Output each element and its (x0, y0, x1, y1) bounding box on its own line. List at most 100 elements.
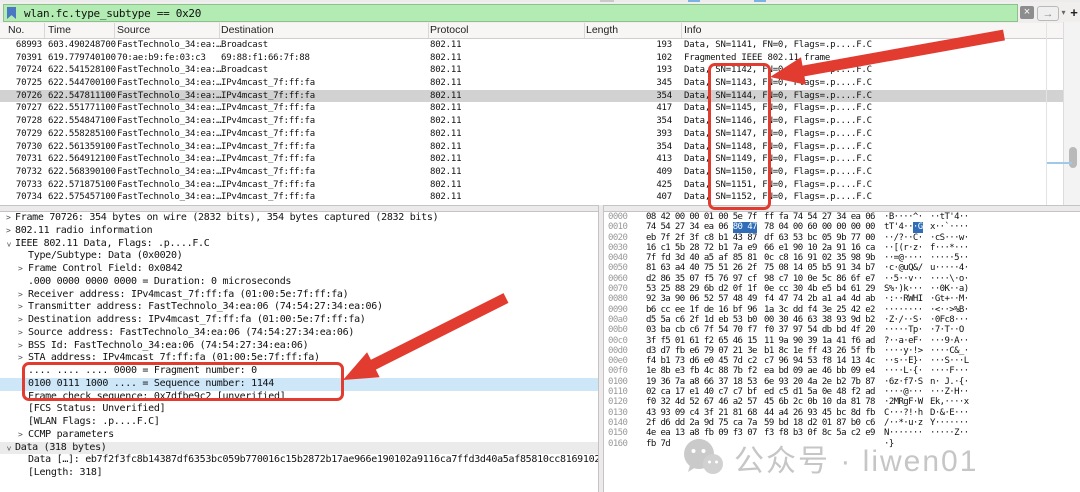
hex-bytes-left[interactable]: d3 d7 fb e6 79 07 21 3e (646, 346, 757, 356)
ascii-right[interactable]: ··tT'4·· (930, 212, 969, 222)
hex-row[interactable]: 00b003 ba cb c6 7f 54 70 f7·····Tp·f0 37… (604, 325, 1080, 335)
hex-bytes-left[interactable]: 03 ba cb c6 7f 54 70 f7 (646, 325, 757, 335)
packet-row[interactable]: 70734622.575457100FastTechnolo_34:ea:…IP… (0, 191, 1063, 204)
chevron-right-icon[interactable]: > (18, 352, 23, 365)
hex-bytes-right[interactable]: 00 30 46 63 38 93 9d b2 (764, 315, 875, 325)
selected-ascii[interactable]: ·G (913, 222, 923, 232)
col-source[interactable]: Source (117, 24, 150, 36)
ascii-left[interactable]: ··=@···· (884, 253, 923, 263)
hex-bytes-left[interactable]: 4e ea 13 a8 fb 09 f3 07 (646, 428, 757, 438)
hex-bytes-right[interactable]: 44 a4 26 93 45 bc 8d fb (764, 408, 875, 418)
chevron-right-icon[interactable]: > (18, 429, 23, 442)
ascii-right[interactable]: ·<··>%B· (930, 305, 969, 315)
hex-row[interactable]: 00c03f f5 01 61 f2 65 46 15?··a·eF·11 9a… (604, 336, 1080, 346)
apply-filter-button[interactable]: → (1037, 6, 1059, 21)
ascii-right[interactable]: ····\·o· (930, 274, 969, 284)
hex-bytes-left[interactable]: 08 42 00 00 01 00 5e 7f (646, 212, 757, 222)
bookmark-icon[interactable] (7, 7, 16, 19)
ascii-left[interactable]: ·B····^· (884, 212, 923, 222)
chevron-right-icon[interactable]: > (18, 314, 23, 327)
hex-row[interactable]: 005081 63 a4 40 75 51 26 2f·c·@uQ&/75 08… (604, 263, 1080, 273)
detail-row[interactable]: >Destination address: IPv4mcast_7f:ff:fa… (0, 314, 598, 327)
ascii-right[interactable]: ·cS···w· (930, 233, 969, 243)
packet-row[interactable]: 70727622.551771100FastTechnolo_34:ea:…IP… (0, 102, 1063, 115)
detail-row[interactable]: >Receiver address: IPv4mcast_7f:ff:fa (0… (0, 289, 598, 302)
add-filter-button[interactable]: + (1069, 6, 1079, 19)
selected-bytes[interactable]: 80 47 (733, 222, 757, 232)
hex-bytes-left[interactable]: 7f fd 3d 40 a5 af 85 81 (646, 253, 757, 263)
hex-bytes-left[interactable]: 3f f5 01 61 f2 65 46 15 (646, 336, 757, 346)
hex-row[interactable]: 00e0f4 b1 73 d6 e0 45 7d c2··s··E}·c7 96… (604, 356, 1080, 366)
detail-row[interactable]: >802.11 radio information (0, 225, 598, 238)
scrollbar-thumb[interactable] (1069, 147, 1077, 168)
ascii-left[interactable]: ··5··v·· (884, 274, 923, 284)
hex-row[interactable]: 003016 c1 5b 28 72 b1 7a e9··[(r·z·66 e1… (604, 243, 1080, 253)
hex-bytes-right[interactable]: 66 e1 90 10 2a 91 16 ca (764, 243, 875, 253)
ascii-left[interactable]: ····L·{· (884, 366, 923, 376)
ascii-left[interactable]: ··[(r·z· (884, 243, 923, 253)
hex-row[interactable]: 0020eb 7f 2f 3f c8 b1 43 87··/?··C·df 63… (604, 233, 1080, 243)
packet-row[interactable]: 70724622.541528100FastTechnolo_34:ea:…Br… (0, 64, 1063, 77)
hex-row[interactable]: 008092 3a 90 06 52 57 48 49·:··RWHIf4 47… (604, 294, 1080, 304)
hex-bytes-right[interactable]: 75 08 14 05 b5 91 34 b7 (764, 263, 875, 273)
ascii-right[interactable]: x··`···· (930, 222, 969, 232)
hex-bytes-left[interactable]: 19 36 7a a8 66 37 18 53 (646, 377, 757, 387)
detail-row[interactable]: >BSS Id: FastTechnolo_34:ea:06 (74:54:27… (0, 340, 598, 353)
hex-bytes-left[interactable]: b6 cc ee 1f de 16 bf 96 (646, 305, 757, 315)
col-no[interactable]: No. (8, 24, 24, 36)
chevron-right-icon[interactable]: > (18, 289, 23, 302)
chevron-down-icon[interactable]: > (2, 242, 15, 247)
packet-row[interactable]: 70729622.558285100FastTechnolo_34:ea:…IP… (0, 128, 1063, 141)
detail-row[interactable]: .000 0000 0000 0000 = Duration: 0 micros… (0, 276, 598, 289)
ascii-left[interactable]: ·6z·f7·S (884, 377, 923, 387)
packet-row[interactable]: 70726622.547811100FastTechnolo_34:ea:…IP… (0, 90, 1063, 103)
hex-bytes-right[interactable]: 98 c7 10 0e 5c 86 6f e7 (764, 274, 875, 284)
ascii-right[interactable]: ····F··· (930, 366, 969, 376)
detail-row[interactable]: Data […]: eb7f2f3fc8b14387df6353bc059b77… (0, 454, 598, 467)
hex-row[interactable]: 007053 25 88 29 6b d2 0f 1fS%·)k···0e cc… (604, 284, 1080, 294)
hex-row[interactable]: 011002 ca 17 e1 40 c7 c7 bf····@···ed c5… (604, 387, 1080, 397)
hex-row[interactable]: 00407f fd 3d 40 a5 af 85 81··=@····0c c8… (604, 253, 1080, 263)
detail-row[interactable]: [FCS Status: Unverified] (0, 403, 598, 416)
hex-bytes-right[interactable]: 11 9a 90 39 1a 41 f6 ad (764, 336, 875, 346)
ascii-left[interactable]: ········ (884, 305, 923, 315)
packet-row[interactable]: 70730622.561359100FastTechnolo_34:ea:…IP… (0, 141, 1063, 154)
hex-row[interactable]: 0120f0 32 4d 52 67 46 a2 57·2MRgF·W45 6b… (604, 397, 1080, 407)
detail-row[interactable]: Type/Subtype: Data (0x0020) (0, 250, 598, 263)
chevron-down-icon[interactable]: > (2, 446, 15, 451)
detail-row[interactable]: .... .... .... 0000 = Fragment number: 0 (0, 365, 598, 378)
hex-row[interactable]: 0060d2 86 35 07 f5 76 97 cf··5··v··98 c7… (604, 274, 1080, 284)
detail-row[interactable]: >IEEE 802.11 Data, Flags: .p....F.C (0, 238, 598, 251)
detail-row[interactable]: 0100 0111 1000 .... = Sequence number: 1… (0, 378, 598, 391)
ascii-right[interactable]: ···Z·H·· (930, 387, 969, 397)
ascii-left[interactable]: ·} (884, 439, 894, 449)
col-destination[interactable]: Destination (221, 24, 274, 36)
packet-row[interactable]: 70731622.564912100FastTechnolo_34:ea:…IP… (0, 153, 1063, 166)
ascii-right[interactable]: ·····Z·· (930, 428, 969, 438)
ascii-right[interactable]: Y······· (930, 418, 969, 428)
ascii-left[interactable]: S%·)k··· (884, 284, 923, 294)
hex-row[interactable]: 00f01e 8b e3 fb 4c 88 7b f2····L·{·ea bd… (604, 366, 1080, 376)
hex-bytes-left[interactable]: d5 5a c6 2f 1d eb 53 b0 (646, 315, 757, 325)
hex-bytes-right[interactable]: df 63 53 bc 05 9b 77 00 (764, 233, 875, 243)
detail-row[interactable]: >Frame 70726: 354 bytes on wire (2832 bi… (0, 212, 598, 225)
hex-bytes-left[interactable]: 92 3a 90 06 52 57 48 49 (646, 294, 757, 304)
hex-bytes-right[interactable]: ed c5 d1 5a 0e 48 f2 ad (764, 387, 875, 397)
col-time[interactable]: Time (48, 24, 71, 36)
hex-row[interactable]: 0160fb 7d·} (604, 439, 1080, 449)
hex-bytes-left[interactable]: 74 54 27 34 ea 06 80 47 (646, 222, 733, 232)
detail-row[interactable]: >STA address: IPv4mcast_7f:ff:fa (01:00:… (0, 352, 598, 365)
detail-row[interactable]: [Length: 318] (0, 467, 598, 480)
detail-row[interactable]: >Transmitter address: FastTechnolo_34:ea… (0, 301, 598, 314)
clear-filter-button[interactable]: × (1020, 6, 1034, 19)
ascii-right[interactable]: ·7·T··O (930, 325, 969, 335)
ascii-left[interactable]: ··/?··C· (884, 233, 923, 243)
detail-row[interactable]: >Source address: FastTechnolo_34:ea:06 (… (0, 327, 598, 340)
ascii-left[interactable]: ·Z·/··S· (884, 315, 923, 325)
hex-bytes-right[interactable]: c7 96 94 53 f8 14 13 4c (764, 356, 875, 366)
filter-dropdown-caret-icon[interactable]: ▾ (1059, 6, 1068, 19)
hex-row[interactable]: 001074 54 27 34 ea 06 80 47tT'4···G78 04… (604, 222, 1080, 232)
detail-row[interactable]: >CCMP parameters (0, 429, 598, 442)
hex-bytes-right[interactable]: 45 6b 2c 0b 10 da 81 78 (764, 397, 875, 407)
hex-bytes-left[interactable]: eb 7f 2f 3f c8 b1 43 87 (646, 233, 757, 243)
